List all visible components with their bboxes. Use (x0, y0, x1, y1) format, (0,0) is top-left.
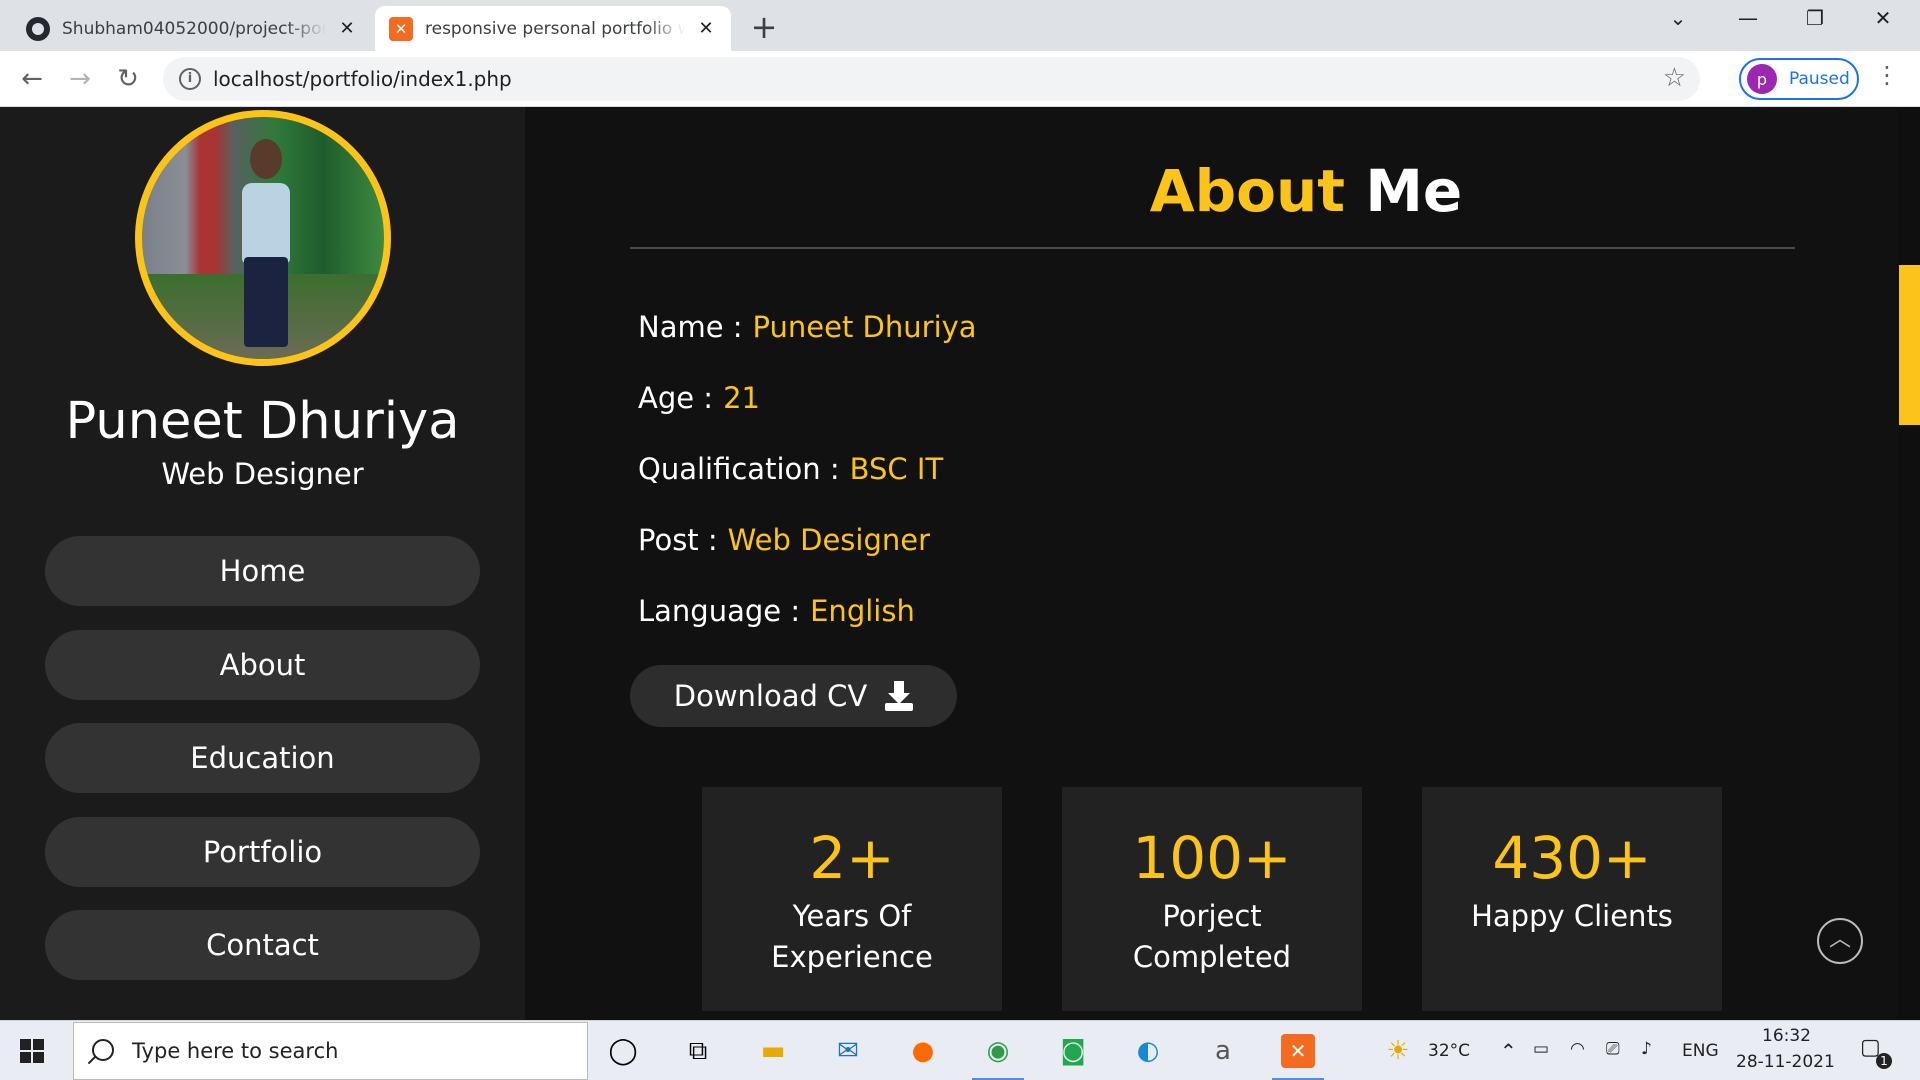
file-explorer-icon[interactable]: ▬ (747, 1029, 799, 1073)
section-title: About Me (525, 157, 1897, 225)
sidebar: Puneet Dhuriya Web Designer Home About E… (0, 107, 525, 1020)
mail-icon[interactable]: ✉ (822, 1029, 874, 1073)
nav-portfolio[interactable]: Portfolio (45, 816, 480, 887)
page-viewport: Puneet Dhuriya Web Designer Home About E… (0, 107, 1920, 1020)
download-cv-label: Download CV (673, 679, 868, 713)
tab-close-icon[interactable]: ✕ (336, 18, 358, 39)
github-icon (26, 16, 50, 41)
search-placeholder: Type here to search (132, 1039, 339, 1063)
chrome-icon[interactable]: ◉ (972, 1029, 1024, 1080)
browser-menu-icon[interactable]: ⋮ (1875, 61, 1899, 89)
tab-github[interactable]: Shubham04052000/project-portfolio ✕ (12, 6, 372, 51)
firefox-icon[interactable]: ● (897, 1029, 949, 1073)
restore-icon[interactable]: ❐ (1800, 6, 1830, 30)
about-section: About Me Name : Puneet Dhuriya Age :21 Qu… (525, 107, 1897, 1020)
edge-icon[interactable]: ◐ (1122, 1029, 1174, 1073)
title-rest: Me (1365, 157, 1463, 225)
profile-role: Web Designer (161, 457, 364, 491)
nav-home[interactable]: Home (45, 536, 480, 606)
stat-number: 2+ (809, 824, 895, 892)
title-highlight: About (1149, 157, 1345, 225)
weather-icon[interactable]: ☀ (1378, 1029, 1418, 1073)
nav-contact[interactable]: Contact (45, 910, 480, 980)
download-cv-button[interactable]: Download CV (630, 665, 957, 727)
scroll-to-top-icon[interactable]: ︿ (1817, 918, 1863, 964)
stat-label: Porject Completed (1132, 899, 1292, 974)
info-name: Name : Puneet Dhuriya (638, 310, 977, 344)
forward-icon[interactable]: → (62, 61, 98, 97)
nav-education[interactable]: Education (45, 723, 480, 793)
xampp-taskbar-icon[interactable]: ✕ (1272, 1029, 1324, 1080)
profile-name: Puneet Dhuriya (65, 392, 460, 451)
nav-about[interactable]: About (45, 629, 480, 700)
stat-clients: 430+ Happy Clients (1422, 787, 1722, 1011)
info-age: Age :21 (638, 381, 760, 415)
wifi-icon[interactable]: ◠ (1570, 1039, 1585, 1059)
notification-count: 1 (1876, 1053, 1892, 1069)
site-info-icon[interactable]: i (179, 68, 201, 90)
profile-photo (135, 110, 391, 366)
url-text[interactable]: localhost/portfolio/index1.php (213, 67, 512, 91)
stat-label: Years Of Experience (771, 899, 933, 974)
sidebar-nav: Home About Education Portfolio Contact (45, 536, 480, 1004)
reload-icon[interactable]: ↻ (110, 61, 146, 97)
address-bar[interactable]: i localhost/portfolio/index1.php ☆ (163, 57, 1700, 101)
tab-search-icon[interactable]: ⌄ (1663, 6, 1693, 30)
download-icon (885, 681, 914, 711)
stat-number: 430+ (1492, 824, 1652, 892)
input-language[interactable]: ENG (1682, 1041, 1719, 1061)
meet-now-icon[interactable]: ⎚ (1606, 1039, 1620, 1059)
profile-avatar: p (1747, 64, 1777, 94)
taskbar-search-input[interactable]: Type here to search (73, 1022, 588, 1080)
minimize-icon[interactable]: — (1733, 6, 1763, 30)
tab-close-icon[interactable]: ✕ (695, 18, 717, 39)
search-icon (92, 1039, 114, 1061)
close-window-icon[interactable]: ✕ (1868, 6, 1898, 30)
volume-icon[interactable]: ♪ (1641, 1039, 1652, 1059)
scrollbar-thumb[interactable] (1899, 265, 1920, 425)
bookmark-star-icon[interactable]: ☆ (1663, 63, 1686, 93)
xampp-icon: ✕ (389, 16, 413, 41)
tab-title: Shubham04052000/project-portfolio (62, 18, 326, 39)
stat-label: Happy Clients (1471, 899, 1673, 933)
profile-status: Paused (1789, 69, 1850, 89)
whatsapp-icon[interactable]: ◙ (1047, 1029, 1099, 1073)
tray-chevron-icon[interactable]: ⌃ (1500, 1039, 1517, 1063)
clock-time[interactable]: 16:32 (1762, 1026, 1811, 1046)
info-qualification: Qualification : BSC IT (638, 452, 944, 486)
tab-portfolio[interactable]: ✕ responsive personal portfolio website … (375, 6, 731, 51)
clock-date[interactable]: 28-11-2021 (1736, 1052, 1835, 1072)
scrollbar-track[interactable] (1897, 107, 1920, 1020)
profile-button[interactable]: p Paused (1739, 58, 1859, 100)
browser-toolbar: ← → ↻ i localhost/portfolio/index1.php ☆… (0, 51, 1920, 107)
weather-temp[interactable]: 32°C (1428, 1041, 1470, 1061)
back-icon[interactable]: ← (14, 61, 50, 97)
windows-start-icon[interactable] (20, 1039, 44, 1063)
taskbar: Type here to search ◯ ⧉ ▬ ✉ ● ◉ ◙ ◐ a ✕ … (0, 1020, 1920, 1080)
title-divider (630, 247, 1795, 249)
stat-projects: 100+ Porject Completed (1062, 787, 1362, 1011)
browser-tabstrip: Shubham04052000/project-portfolio ✕ ✕ re… (0, 0, 1920, 51)
info-post: Post : Web Designer (638, 523, 931, 557)
stat-number: 100+ (1132, 824, 1292, 892)
new-tab-button[interactable]: + (747, 8, 781, 46)
amazon-icon[interactable]: a (1197, 1029, 1249, 1073)
task-view-icon[interactable]: ⧉ (672, 1029, 724, 1073)
stat-experience: 2+ Years Of Experience (702, 787, 1002, 1011)
battery-icon[interactable]: ▭ (1533, 1039, 1549, 1059)
info-language: Language : English (638, 594, 915, 628)
cortana-icon[interactable]: ◯ (597, 1029, 649, 1073)
tab-title: responsive personal portfolio website (425, 18, 685, 39)
